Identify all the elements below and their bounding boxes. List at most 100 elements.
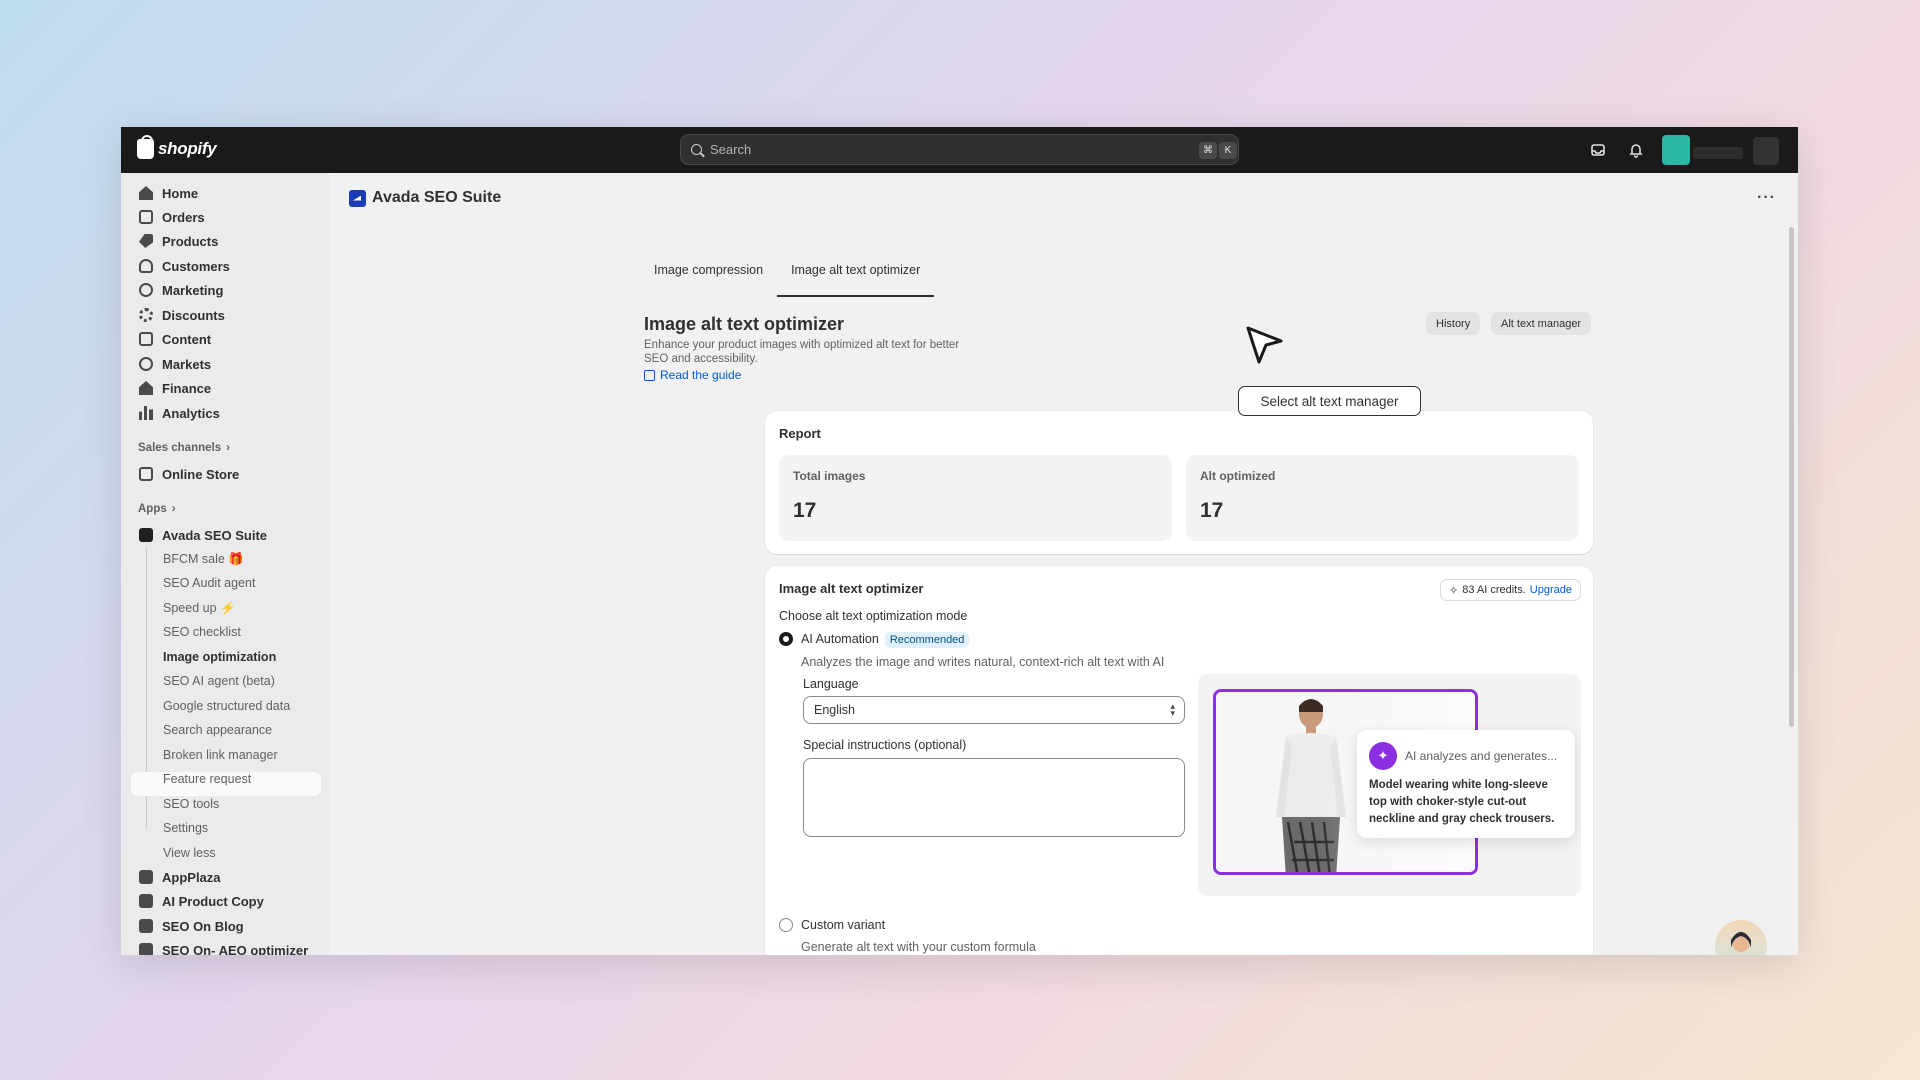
app-window: shopify Search ⌘ K Home Orders Products … [121,127,1798,955]
sidebar-sub-search-appearance[interactable]: Search appearance [163,720,272,740]
avada-app-icon [349,189,366,207]
sidebar-item-label: Avada SEO Suite [162,527,267,543]
sidebar-item-discounts[interactable]: Discounts [131,303,317,327]
globe-icon [139,357,153,371]
sidebar-item-customers[interactable]: Customers [131,254,317,278]
ai-sparkle-icon: ✦ [1369,742,1397,770]
sidebar-sub-settings[interactable]: Settings [163,818,208,838]
sidebar-item-label: Home [162,185,199,201]
sidebar-item-products[interactable]: Products [131,229,317,253]
sidebar-item-marketing[interactable]: Marketing [131,278,317,302]
sidebar-sub-speed-up[interactable]: Speed up ⚡ [163,598,236,618]
ai-result-card: ✦ AI analyzes and generates... Model wea… [1357,730,1575,838]
tab-bar: Image compression Image alt text optimiz… [640,253,935,297]
alt-optimized-label: Alt optimized [1200,469,1276,483]
sidebar-item-markets[interactable]: Markets [131,352,317,376]
alt-text-manager-tooltip: Select alt text manager [1238,386,1421,416]
sidebar-item-seo-on-aeo[interactable]: SEO On- AEO optimizer [131,938,317,955]
sidebar-item-label: Analytics [162,405,220,421]
top-bar: shopify Search ⌘ K [121,127,1798,173]
sidebar-item-label: Online Store [162,466,240,482]
sidebar-item-content[interactable]: Content [131,327,317,351]
sidebar-sub-image-optimization[interactable]: Image optimization [163,647,276,667]
search-input[interactable]: Search ⌘ K [680,134,1239,165]
inbox-icon [139,210,153,224]
special-instructions-textarea[interactable] [803,758,1185,837]
report-title: Report [779,426,821,441]
ai-automation-label: AI Automation [801,632,879,646]
upgrade-link[interactable]: Upgrade [1530,584,1572,596]
target-icon [139,283,153,297]
sidebar-sub-view-less[interactable]: View less [163,843,216,863]
sidebar-item-label: Markets [162,356,212,372]
history-button[interactable]: History [1426,312,1481,335]
tab-image-compression[interactable]: Image compression [640,253,777,287]
user-avatar-redacted[interactable] [1753,137,1779,165]
sidebar-item-label: SEO On- AEO optimizer [162,942,309,956]
sidebar-sub-seo-ai-agent[interactable]: SEO AI agent (beta) [163,671,275,691]
seo-on-aeo-icon [139,943,153,955]
search-placeholder: Search [710,142,752,157]
custom-variant-radio[interactable] [779,918,793,932]
select-chevron-icon: ▴ ▾ [1170,701,1175,718]
sidebar: Home Orders Products Customers Marketing… [121,173,329,955]
sidebar-sub-broken-link-manager[interactable]: Broken link manager [163,745,278,765]
tag-icon [139,234,153,248]
sidebar-item-avada-seo-suite[interactable]: Avada SEO Suite [131,523,317,547]
appplaza-icon [139,870,153,884]
sidebar-item-online-store[interactable]: Online Store [131,462,317,486]
sidebar-item-label: AI Product Copy [162,893,264,909]
ai-automation-option[interactable]: AI Automation Recommended [801,632,970,648]
sales-channels-heading[interactable]: Sales channels › [138,442,230,454]
ai-result-text: Model wearing white long-sleeve top with… [1369,779,1555,825]
more-actions-icon[interactable]: ··· [1757,189,1776,207]
sidebar-item-label: SEO On Blog [162,918,244,934]
tab-image-alt-text-optimizer[interactable]: Image alt text optimizer [777,253,935,297]
discount-icon [139,308,153,322]
sidebar-item-label: AppPlaza [162,869,221,885]
sidebar-sub-seo-audit-agent[interactable]: SEO Audit agent [163,573,255,593]
chevron-right-icon: › [226,442,230,454]
bell-icon[interactable] [1626,140,1646,160]
sidebar-item-label: Content [162,331,212,347]
store-name-redacted [1693,147,1743,159]
sidebar-sub-seo-checklist[interactable]: SEO checklist [163,622,241,642]
total-images-stat: Total images 17 [779,455,1172,541]
custom-variant-label[interactable]: Custom variant [801,918,885,932]
store-avatar[interactable] [1662,135,1690,165]
sidebar-item-appplaza[interactable]: AppPlaza [131,865,317,889]
shopify-logo[interactable]: shopify [137,135,217,159]
sidebar-item-home[interactable]: Home [131,181,317,205]
language-label: Language [803,677,859,691]
optimizer-title: Image alt text optimizer [779,581,924,596]
language-select[interactable]: English ▴ ▾ [803,696,1185,724]
sidebar-item-analytics[interactable]: Analytics [131,401,317,425]
store-icon [139,467,153,481]
sidebar-sub-google-structured-data[interactable]: Google structured data [163,696,290,716]
app-title: Avada SEO Suite [349,189,501,207]
inbox-icon[interactable] [1588,140,1608,160]
sidebar-item-orders[interactable]: Orders [131,205,317,229]
bank-icon [139,381,153,395]
ai-automation-radio[interactable] [779,632,793,646]
search-icon [691,144,702,155]
sidebar-item-ai-product-copy[interactable]: AI Product Copy [131,889,317,913]
sidebar-item-finance[interactable]: Finance [131,376,317,400]
apps-heading[interactable]: Apps › [138,503,176,515]
sidebar-sub-bfcm-sale[interactable]: BFCM sale 🎁 [163,549,244,569]
mouse-cursor-icon [1245,325,1285,370]
sidebar-sub-feature-request[interactable]: Feature request [163,769,251,789]
sidebar-item-label: Finance [162,380,212,396]
ai-product-copy-icon [139,894,153,908]
sidebar-sub-seo-tools[interactable]: SEO tools [163,794,219,814]
sales-channels-label: Sales channels [138,442,222,454]
seo-on-blog-icon [139,919,153,933]
recommended-badge: Recommended [884,632,970,648]
total-images-label: Total images [793,469,866,483]
scrollbar[interactable] [1789,227,1794,727]
read-guide-label: Read the guide [660,368,742,382]
alt-text-manager-button[interactable]: Alt text manager [1491,312,1592,335]
sidebar-item-seo-on-blog[interactable]: SEO On Blog [131,914,317,938]
read-guide-link[interactable]: Read the guide [644,368,741,382]
alt-optimized-value: 17 [1200,499,1224,522]
